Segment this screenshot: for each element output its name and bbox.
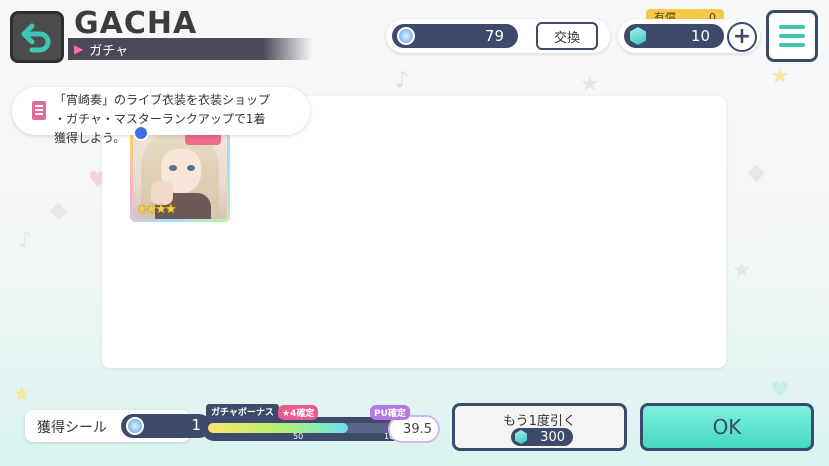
page-title: GACHA — [74, 6, 198, 41]
back-button[interactable] — [10, 11, 64, 63]
gem-icon — [515, 430, 527, 444]
card-art-eye — [187, 165, 195, 171]
bonus-tick-100: 100 — [384, 432, 400, 441]
heart-deco-icon: ♥ — [770, 378, 790, 403]
note-deco-icon: ♪ — [18, 228, 33, 253]
add-gems-button[interactable]: + — [727, 22, 757, 52]
mission-list-icon — [32, 101, 46, 120]
pull-again-button[interactable]: もう1度引く 300 — [452, 403, 627, 451]
bonus-title: ガチャボーナス — [206, 404, 279, 419]
back-arrow-icon — [21, 23, 51, 53]
attribute-icon — [133, 125, 149, 141]
star-deco-icon: ★ — [770, 64, 790, 89]
exchange-button[interactable]: 交換 — [536, 22, 598, 50]
star-deco-icon: ★ — [732, 258, 752, 283]
diamond-deco-icon: ◆ — [748, 160, 765, 185]
menu-icon-bar — [779, 34, 805, 38]
mission-text: 「宵崎奏」のライブ衣装を衣装ショップ ・ガチャ・マスターランクアップで1着 獲得… — [54, 93, 271, 145]
bonus-tick-50: 50 — [293, 432, 304, 441]
pull-again-cost: 300 — [511, 428, 573, 446]
rarity-stars: ★★★★ — [136, 202, 177, 217]
diamond-deco-icon: ◆ — [50, 198, 67, 223]
seal-icon — [126, 417, 144, 435]
bonus-bar-fill — [208, 423, 348, 433]
page-subtitle-strip: ▶ ガチャ — [68, 38, 312, 60]
coin-count: 79 — [484, 27, 504, 45]
note-deco-icon: ♪ — [395, 68, 410, 93]
gem-count: 10 — [690, 27, 710, 45]
mission-bubble[interactable]: 「宵崎奏」のライブ衣装を衣装ショップ ・ガチャ・マスターランクアップで1着 獲得… — [12, 87, 310, 145]
seal-counter: 1 — [121, 414, 211, 438]
star-deco-icon: ★ — [580, 72, 600, 97]
seal-label: 獲得シール — [37, 420, 107, 436]
menu-button[interactable] — [766, 10, 818, 62]
gacha-bonus-gauge: ガチャボーナス ★4確定 PU確定 39.5 50 100 — [200, 404, 440, 444]
page-subtitle: ガチャ — [89, 43, 129, 59]
card-art-eye — [169, 165, 177, 171]
triangle-icon: ▶ — [74, 42, 84, 56]
pull-again-cost-value: 300 — [540, 429, 565, 445]
coin-counter: 79 — [392, 24, 518, 48]
coin-icon — [397, 27, 415, 45]
pull-again-label: もう1度引く — [503, 414, 576, 429]
star-deco-icon: ★ — [12, 382, 32, 407]
gem-counter: 10 — [624, 24, 724, 48]
bonus-marker-pickup: PU確定 — [370, 405, 410, 420]
seal-panel: 獲得シール 1 — [25, 410, 211, 442]
menu-icon-bar — [779, 43, 805, 47]
ok-button[interactable]: OK — [640, 403, 814, 451]
menu-icon — [779, 25, 805, 29]
gem-icon — [630, 27, 646, 45]
bonus-marker-4star: ★4確定 — [278, 405, 319, 420]
